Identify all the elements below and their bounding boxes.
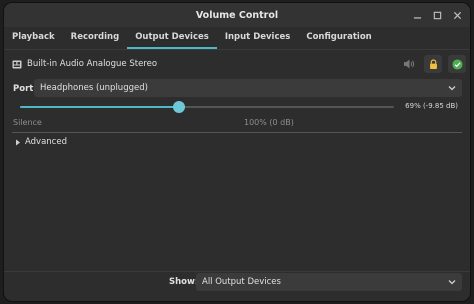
maximize-icon <box>433 11 441 19</box>
advanced-label: Advanced <box>25 137 67 147</box>
volume-divider <box>12 132 462 133</box>
device-row: Built-in Audio Analogue Stereo <box>12 55 466 73</box>
full-volume-label: 100% (0 dB) <box>244 118 294 127</box>
silence-label: Silence <box>13 118 42 127</box>
advanced-expander[interactable]: Advanced <box>15 137 67 147</box>
show-select[interactable]: All Output Devices <box>196 273 462 291</box>
sound-card-icon <box>12 60 22 68</box>
window-controls <box>410 3 464 27</box>
volume-slider-handle[interactable] <box>172 101 185 113</box>
expander-arrow-icon <box>16 139 20 145</box>
close-button[interactable] <box>450 8 464 22</box>
maximize-button[interactable] <box>430 8 444 22</box>
volume-slider-fill <box>20 106 179 108</box>
window-title: Volume Control <box>195 9 279 21</box>
tab-input-devices[interactable]: Input Devices <box>217 27 299 49</box>
footer-separator <box>4 271 470 272</box>
close-icon <box>453 11 461 19</box>
volume-readout: 69% (-9.85 dB) <box>405 102 458 110</box>
port-selected-value: Headphones (unplugged) <box>40 83 148 93</box>
tab-bar: Playback Recording Output Devices Input … <box>4 27 470 49</box>
minimize-button[interactable] <box>410 8 424 22</box>
show-label: Show: <box>169 277 199 287</box>
tab-playback[interactable]: Playback <box>4 27 63 49</box>
volume-slider[interactable] <box>20 101 394 113</box>
tab-output-devices[interactable]: Output Devices <box>127 27 217 49</box>
minimize-icon <box>413 16 421 19</box>
device-name: Built-in Audio Analogue Stereo <box>27 59 158 69</box>
lock-channels-button[interactable] <box>424 55 442 73</box>
tab-recording[interactable]: Recording <box>63 27 128 49</box>
chevron-down-icon <box>448 280 456 285</box>
lock-icon <box>429 58 437 69</box>
port-select[interactable]: Headphones (unplugged) <box>34 79 462 97</box>
chevron-down-icon <box>448 86 456 91</box>
tab-separator <box>4 49 470 50</box>
volume-control-window: Volume Control Playback Recording Output… <box>4 3 470 301</box>
set-default-button[interactable] <box>448 55 466 73</box>
check-icon <box>451 58 463 70</box>
show-selected-value: All Output Devices <box>202 277 281 287</box>
tab-configuration[interactable]: Configuration <box>298 27 379 49</box>
title-bar: Volume Control <box>4 3 470 27</box>
speaker-mute-icon[interactable] <box>402 57 416 71</box>
